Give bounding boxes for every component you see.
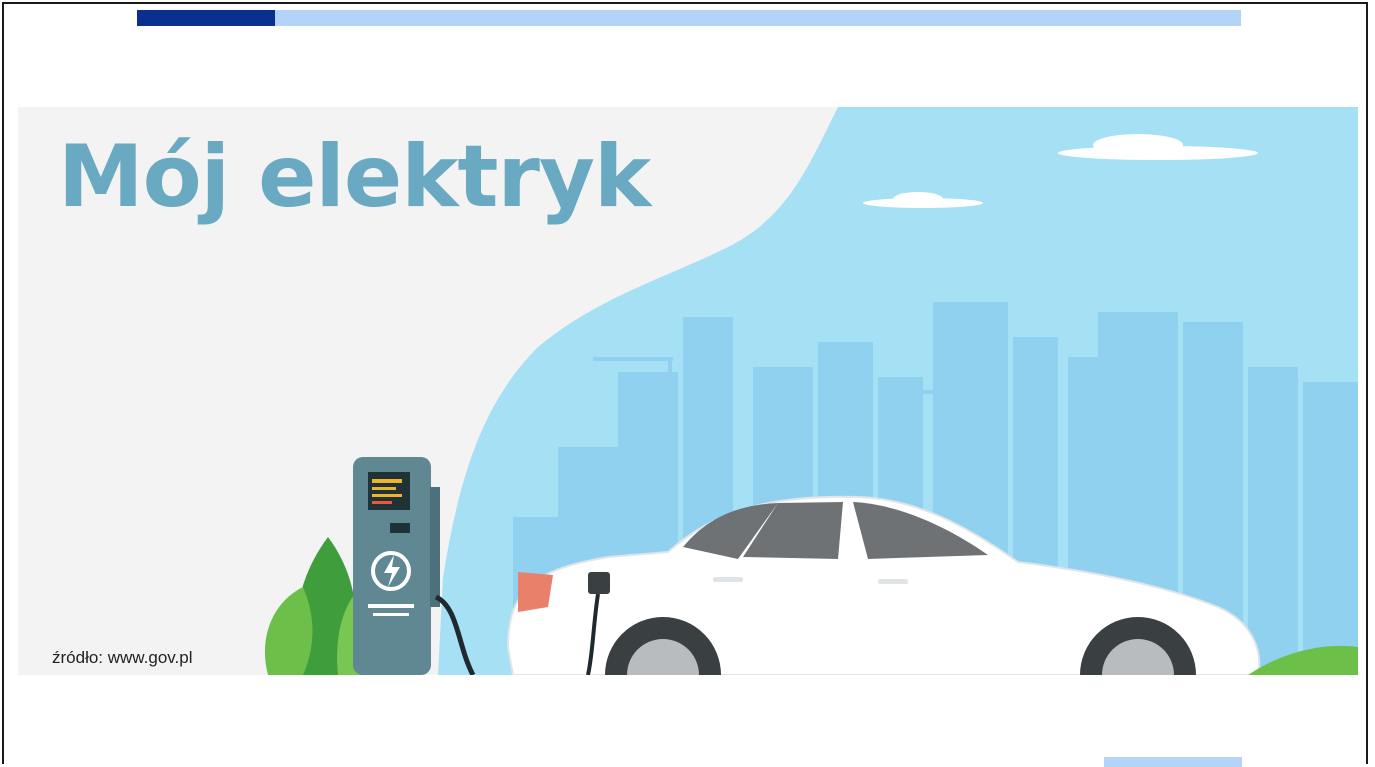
footer-accent xyxy=(1104,757,1242,767)
header-accent-light xyxy=(275,10,1241,26)
header-accent-dark xyxy=(137,10,275,26)
source-caption: źródło: www.gov.pl xyxy=(52,648,193,667)
banner-title: Mój elektryk xyxy=(58,127,651,227)
banner-image: Mój elektryk źródło: www.gov.pl xyxy=(18,107,1358,675)
